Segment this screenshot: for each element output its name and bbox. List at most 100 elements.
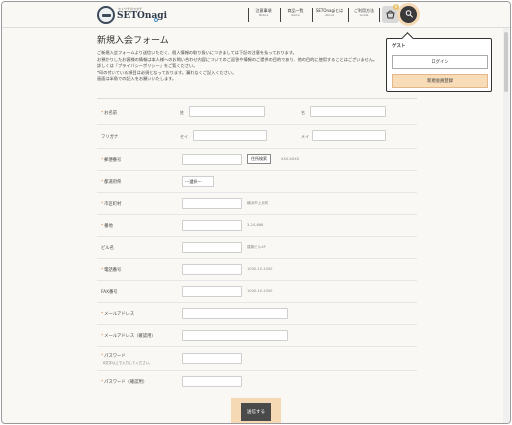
- first-name-kana-input[interactable]: [312, 130, 386, 141]
- city-label-text: 市区町村: [104, 202, 122, 207]
- form-row-password-confirm: *パスワード（確認用）: [97, 371, 417, 393]
- required-mark: *: [101, 158, 104, 163]
- city-hint: 横浜市上北町: [247, 201, 269, 205]
- submit-button[interactable]: 送信する: [241, 403, 271, 421]
- submit-highlight: 送信する: [231, 398, 281, 423]
- name-label-text: お名前: [104, 111, 118, 116]
- email-label-text: メールアドレス: [104, 312, 135, 317]
- intro-text: ご新規入会フォームより送信いただく、個人情報の取り扱いにつきましては下記の注意を…: [97, 50, 397, 83]
- nav-notice-sub: Notice: [258, 13, 269, 17]
- intro-line: 画面は半角での記入をお願いいたします。: [97, 76, 177, 81]
- last-name-kana-input[interactable]: [193, 130, 267, 141]
- email-confirm-label-text: メールアドレス（確認用）: [104, 334, 156, 339]
- required-mark: *: [101, 111, 104, 116]
- site-logo[interactable]: セトウチのカタチ SETOnagi: [97, 6, 167, 24]
- tel-label: *電話番号: [101, 267, 121, 273]
- required-mark: *: [101, 354, 104, 359]
- form-row-password: *パスワード 8文字以上で入力してください。: [97, 347, 417, 371]
- prefecture-select-value: ---選択---: [185, 179, 202, 184]
- password-label: *パスワード: [101, 353, 126, 359]
- scrollbar-thumb[interactable]: [504, 32, 508, 92]
- required-mark: *: [101, 380, 104, 385]
- last-name-input[interactable]: [189, 106, 265, 117]
- fax-input[interactable]: [182, 286, 242, 297]
- user-icon: [405, 10, 414, 18]
- password-requirement: 8文字以上で入力してください。: [103, 361, 153, 365]
- account-popup: ゲスト ログイン 新規会員登録: [386, 38, 492, 92]
- form-row-name: *お名前 姓 名: [97, 99, 417, 125]
- tel-label-text: 電話番号: [104, 268, 122, 273]
- required-mark: *: [101, 224, 104, 229]
- form-row-city: *市区町村 横浜市上北町: [97, 193, 417, 215]
- password-input[interactable]: [182, 353, 242, 364]
- nav-items-sub: Items: [291, 13, 300, 17]
- logo-text: SETOnagi: [117, 11, 167, 21]
- nav-about-sub: About: [325, 13, 334, 17]
- sei-prefix: 姓: [180, 110, 184, 115]
- fax-label: FAX番号: [101, 290, 118, 295]
- form-row-kana: フリガナ セイ メイ: [97, 125, 417, 149]
- prefecture-label: *都道府県: [101, 179, 121, 185]
- browser-frame: セトウチのカタチ SETOnagi 注意事項 Notice 商品一覧 Items…: [1, 1, 511, 424]
- sei-kana-prefix: セイ: [180, 134, 188, 139]
- account-button[interactable]: [400, 6, 417, 23]
- mei-prefix: 名: [301, 110, 305, 115]
- first-name-input[interactable]: [310, 106, 386, 117]
- logo-dot: [154, 18, 158, 22]
- mei-kana-prefix: メイ: [301, 134, 309, 139]
- building-label: ビル名: [101, 246, 114, 251]
- building-input[interactable]: [182, 242, 242, 253]
- nav-items[interactable]: 商品一覧 Items: [280, 8, 310, 22]
- form-row-address: *番地 3-24-666: [97, 215, 417, 237]
- fax-hint: 1000-10-1000: [247, 289, 273, 293]
- address-label-text: 番地: [104, 224, 113, 229]
- required-mark: *: [101, 334, 104, 339]
- kana-label: フリガナ: [101, 135, 119, 140]
- nav-guide[interactable]: ご利用方法 Guide: [348, 8, 380, 22]
- login-button[interactable]: ログイン: [392, 55, 488, 69]
- site-header: セトウチのカタチ SETOnagi 注意事項 Notice 商品一覧 Items…: [2, 2, 510, 28]
- form-row-prefecture: *都道府県 ---選択---: [97, 171, 417, 193]
- cart-count-badge: 0: [393, 4, 399, 10]
- email-input[interactable]: [182, 308, 288, 319]
- email-confirm-input[interactable]: [182, 330, 288, 341]
- password-confirm-input[interactable]: [182, 376, 242, 387]
- email-label: *メールアドレス: [101, 311, 134, 317]
- register-button[interactable]: 新規会員登録: [392, 74, 488, 88]
- tel-hint: 1000-10-1000: [247, 267, 273, 271]
- prefecture-select[interactable]: ---選択---: [182, 176, 214, 187]
- address-hint: 3-24-666: [247, 223, 264, 227]
- name-label: *お名前: [101, 110, 117, 116]
- address-input[interactable]: [182, 220, 242, 231]
- logo-emblem: [97, 6, 115, 24]
- nav-notice[interactable]: 注意事項 Notice: [248, 8, 278, 22]
- form-row-fax: FAX番号 1000-10-1000: [97, 281, 417, 303]
- address-label: *番地: [101, 223, 113, 229]
- form-row-building: ビル名 建築ビル4F: [97, 237, 417, 259]
- form-row-email-confirm: *メールアドレス（確認用）: [97, 325, 417, 347]
- email-confirm-label: *メールアドレス（確認用）: [101, 333, 156, 339]
- building-hint: 建築ビル4F: [247, 245, 266, 249]
- city-label: *市区町村: [101, 201, 121, 207]
- cart-button[interactable]: 0: [382, 4, 399, 23]
- required-mark: *: [101, 268, 104, 273]
- form-row-email: *メールアドレス: [97, 303, 417, 325]
- required-mark: *: [101, 202, 104, 207]
- page-title: 新規入会フォーム: [97, 36, 169, 46]
- password-confirm-label: *パスワード（確認用）: [101, 379, 147, 385]
- address-search-button[interactable]: 住所検索: [247, 154, 271, 164]
- guest-label: ゲスト: [392, 44, 406, 49]
- zip-label: *郵便番号: [101, 157, 121, 163]
- password-label-text: パスワード: [104, 354, 126, 359]
- form-row-zip: *郵便番号 住所検索 XXX-XXXX: [97, 149, 417, 171]
- nav-about[interactable]: SETOnagiとは About: [312, 8, 346, 22]
- form-row-tel: *電話番号 1000-10-1000: [97, 259, 417, 281]
- password-confirm-label-text: パスワード（確認用）: [104, 380, 148, 385]
- required-mark: *: [101, 180, 104, 185]
- nav-guide-sub: Guide: [359, 13, 369, 17]
- city-input[interactable]: [182, 198, 242, 209]
- tel-input[interactable]: [182, 264, 242, 275]
- prefecture-label-text: 都道府県: [104, 180, 122, 185]
- zip-input[interactable]: [182, 154, 242, 165]
- required-mark: *: [101, 312, 104, 317]
